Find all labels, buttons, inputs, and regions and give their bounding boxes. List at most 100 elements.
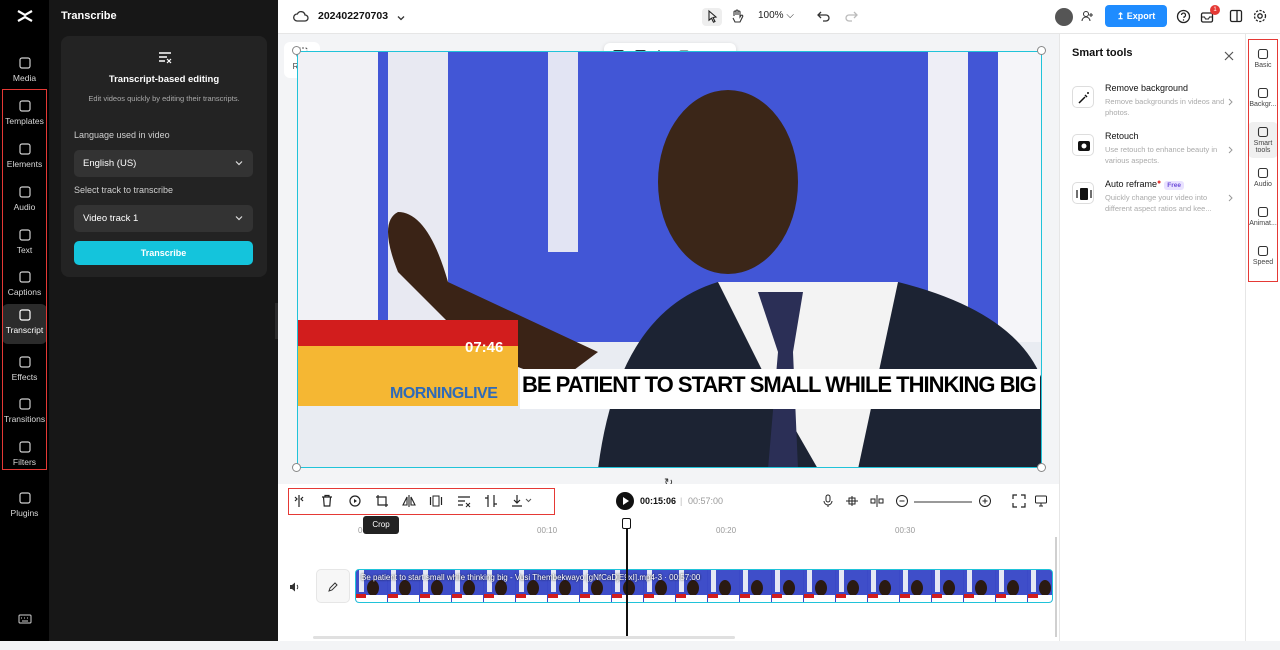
right-rail-item-5[interactable]: Speed [1248, 241, 1278, 277]
tool-desc: Remove backgrounds in videos and photos. [1105, 97, 1225, 117]
clip-thumbnail [740, 570, 771, 602]
filters-icon [17, 440, 33, 454]
help-icon[interactable] [1176, 9, 1192, 25]
clip-label: Be patient to start small while thinking… [361, 573, 701, 582]
play-button[interactable] [616, 492, 634, 510]
right-rail-item-3[interactable]: Audio [1248, 163, 1278, 199]
close-icon[interactable] [1224, 48, 1234, 66]
chevron-down-icon[interactable] [396, 10, 412, 26]
resize-handle[interactable] [1037, 463, 1046, 472]
track-label: Select track to transcribe [74, 185, 174, 195]
zoom-level[interactable]: 100% ⌵ [758, 10, 794, 21]
settings-gear-icon[interactable] [1253, 9, 1269, 25]
add-user-icon[interactable] [1080, 9, 1096, 25]
horizontal-scrollbar[interactable] [313, 636, 735, 639]
right-rail-item-1[interactable]: Backgr... [1248, 83, 1278, 119]
rail-item-label: Templates [5, 116, 44, 126]
hand-icon[interactable] [729, 8, 745, 24]
rail-item-media[interactable]: Media [2, 52, 47, 92]
track-edit-button[interactable] [316, 569, 350, 603]
video-preview[interactable]: 07:46 MORNINGLIVE BE PATIENT TO START SM… [297, 51, 1042, 468]
export-label: Export [1126, 11, 1156, 21]
chevron-down-icon: ⌵ [786, 10, 794, 21]
snap-icon[interactable] [845, 494, 859, 508]
chevron-down-icon [235, 159, 243, 167]
preview-screen-icon[interactable] [1034, 494, 1048, 508]
freeze-icon[interactable] [429, 494, 443, 508]
keyboard-shortcuts-icon[interactable] [2, 610, 47, 650]
vertical-scrollbar[interactable] [1055, 537, 1057, 637]
rail-item-elements[interactable]: Elements [2, 138, 47, 178]
rail-item-templates[interactable]: Templates [2, 95, 47, 135]
project-name[interactable]: 202402270703 [318, 10, 388, 22]
plugins-icon [17, 491, 33, 505]
track-select[interactable]: Video track 1 [74, 205, 253, 232]
video-clip[interactable]: Be patient to start small while thinking… [355, 569, 1053, 603]
undo-icon[interactable] [817, 9, 833, 25]
right-rail-item-4[interactable]: Animat... [1248, 202, 1278, 238]
mirror-icon[interactable] [402, 494, 416, 508]
split-scenes-icon[interactable] [870, 494, 884, 508]
playhead[interactable] [626, 518, 628, 636]
tool-auto-reframe[interactable]: Auto reframe● Free Quickly change your vi… [1072, 179, 1237, 223]
right-rail-item-label: Animat... [1249, 220, 1277, 227]
right-rail-item-2[interactable]: Smart tools [1248, 122, 1278, 158]
smart-tools-panel: Smart tools Remove background Remove bac… [1059, 34, 1245, 641]
clip-thumbnail [708, 570, 739, 602]
clip-thumbnail [1028, 570, 1052, 602]
rail-item-label: Transitions [3, 414, 46, 424]
zoom-out-icon[interactable] [895, 494, 909, 508]
zoom-in-icon[interactable] [978, 494, 992, 508]
basic-icon [1257, 48, 1269, 60]
rail-item-label: Transcript [5, 325, 44, 335]
smart-tools-title: Smart tools [1072, 47, 1133, 59]
speaker-icon[interactable] [289, 580, 301, 598]
right-rail-item-label: Speed [1252, 259, 1274, 266]
fullscreen-icon[interactable] [1012, 494, 1026, 508]
resize-handle[interactable] [292, 46, 301, 55]
right-rail-item-0[interactable]: Basic [1248, 44, 1278, 80]
resize-handle[interactable] [292, 463, 301, 472]
card-subtitle: Edit videos quickly by editing their tra… [88, 94, 240, 103]
transcript-icon[interactable] [457, 494, 471, 508]
tool-retouch[interactable]: Retouch Use retouch to enhance beauty in… [1072, 131, 1237, 175]
export-button[interactable]: ↥ Export [1105, 5, 1167, 27]
microphone-icon[interactable] [821, 494, 835, 508]
avatar[interactable] [1055, 8, 1073, 26]
clip-thumbnail [996, 570, 1027, 602]
playhead-handle[interactable] [622, 518, 631, 529]
trim-icon[interactable] [484, 494, 498, 508]
transcribe-button[interactable]: Transcribe [74, 241, 253, 265]
transitions-icon [17, 397, 33, 411]
pointer-icon[interactable] [702, 8, 722, 26]
rail-item-audio[interactable]: Audio [2, 181, 47, 221]
replay-icon[interactable] [348, 494, 362, 508]
language-select[interactable]: English (US) [74, 150, 253, 177]
rail-item-transcript[interactable]: Transcript [2, 304, 47, 344]
tool-desc: Use retouch to enhance beauty in various… [1105, 145, 1218, 165]
cloud-icon[interactable] [293, 9, 309, 25]
rail-item-transitions[interactable]: Transitions [2, 393, 47, 433]
download-icon[interactable] [511, 494, 532, 508]
capcut-logo-icon[interactable] [14, 5, 36, 27]
new-dot-icon: ● [1157, 179, 1162, 186]
resize-handle[interactable] [1037, 46, 1046, 55]
crop-icon[interactable] [375, 494, 389, 508]
top-bar: 202402270703 100% ⌵ ↥ Export 1 [278, 0, 1280, 34]
crop-tooltip: Crop [363, 516, 399, 534]
rail-item-filters[interactable]: Filters [2, 436, 47, 476]
rail-item-text[interactable]: Text [2, 224, 47, 264]
rail-item-label: Filters [12, 457, 37, 467]
tool-name-text: Auto reframe [1105, 179, 1158, 189]
layout-icon[interactable] [1229, 9, 1245, 25]
delete-icon[interactable] [320, 494, 334, 508]
split-icon[interactable] [292, 494, 306, 508]
free-badge: Free [1164, 181, 1184, 190]
rail-item-captions[interactable]: Captions [2, 266, 47, 306]
tool-remove-background[interactable]: Remove background Remove backgrounds in … [1072, 83, 1237, 127]
animation-icon [1257, 206, 1269, 218]
rail-item-plugins[interactable]: Plugins [2, 487, 47, 527]
zoom-slider[interactable] [914, 501, 972, 503]
redo-icon[interactable] [844, 9, 860, 25]
rail-item-effects[interactable]: Effects [2, 351, 47, 391]
